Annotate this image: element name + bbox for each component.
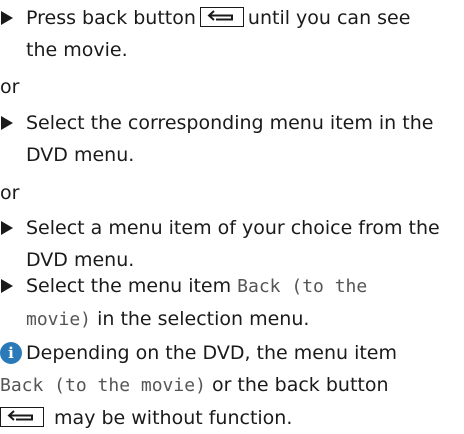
bullet-triangle-icon <box>1 116 13 130</box>
info-icon: i <box>0 342 22 364</box>
step-select-back: Select the menu item Back (to the movie)… <box>0 270 464 336</box>
menu-item-back-to-movie: Back (to the <box>237 276 368 297</box>
back-button-key <box>0 407 44 427</box>
step-press-back: Press back button until you can see the m… <box>0 2 464 66</box>
info-note: i Depending on the DVD, the menu item Ba… <box>0 342 397 429</box>
back-button-key <box>199 7 244 27</box>
or-separator-2: or <box>0 182 20 204</box>
bullet-triangle-icon <box>1 11 13 25</box>
or-separator-1: or <box>0 76 20 98</box>
bullet-triangle-icon <box>1 279 13 293</box>
step-press-back-line2: the movie. <box>26 39 128 61</box>
step-press-back-line1: Press back button until you can see <box>26 7 411 29</box>
manual-page: Press back button until you can see the m… <box>0 0 464 432</box>
step-select-choice: Select a menu item of your choice from t… <box>0 212 464 276</box>
back-arrow-icon <box>7 410 33 421</box>
back-arrow-icon <box>207 10 233 21</box>
step-select-corresponding: Select the corresponding menu item in th… <box>0 107 464 171</box>
bullet-triangle-icon <box>1 221 13 235</box>
